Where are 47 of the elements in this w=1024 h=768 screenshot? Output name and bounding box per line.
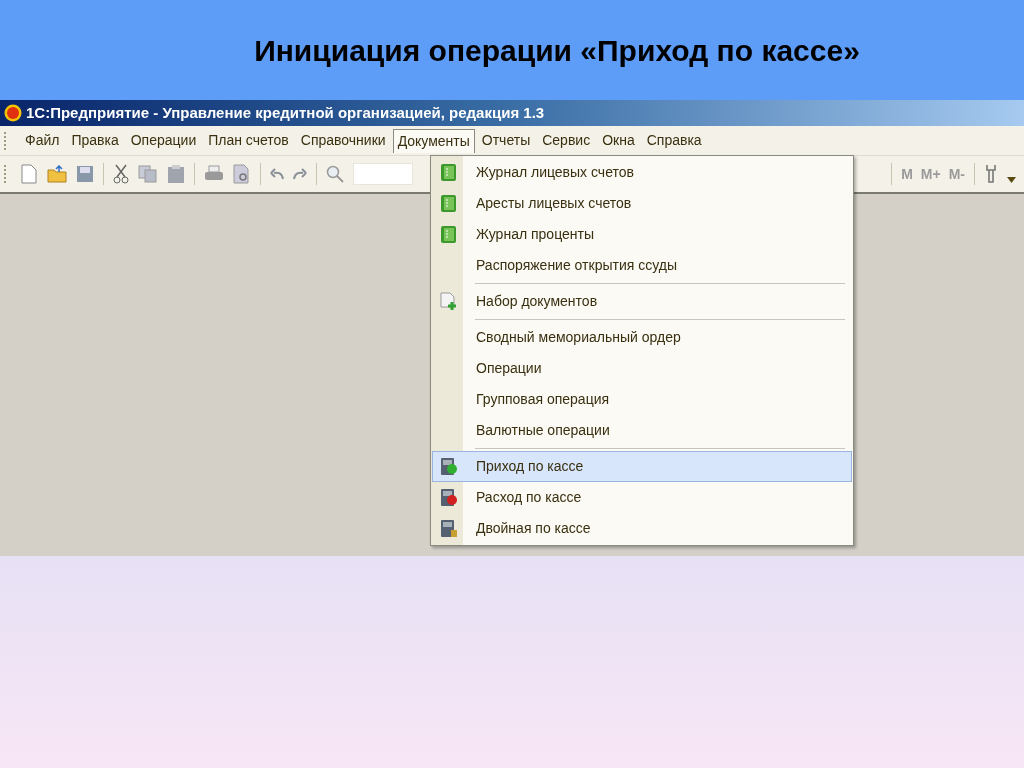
safe-icon <box>439 519 457 538</box>
menu-bar-item[interactable]: Справочники <box>295 128 391 153</box>
scissors-icon <box>113 164 129 184</box>
dropdown-caret-icon[interactable] <box>1007 177 1016 183</box>
menu-item[interactable]: Журнал проценты <box>432 219 852 250</box>
menu-bar-item[interactable]: Сервис <box>537 128 596 153</box>
menu-bar-item[interactable]: Отчеты <box>476 128 536 153</box>
menu-item[interactable]: Сводный мемориальный ордер <box>432 322 852 353</box>
menu-item[interactable]: Распоряжение открытия ссуды <box>432 250 852 281</box>
search-field[interactable] <box>353 163 413 185</box>
print-preview-icon <box>233 164 251 184</box>
ledger-book-icon <box>439 225 457 244</box>
grip-icon <box>4 165 7 183</box>
menu-item[interactable]: Набор документов <box>432 286 852 317</box>
menu-bar-item[interactable]: Справка <box>641 128 707 153</box>
menu-item[interactable]: Двойная по кассе <box>432 513 852 544</box>
menu-bar-item[interactable]: Правка <box>66 128 124 153</box>
menu-item[interactable]: Валютные операции <box>432 415 852 446</box>
copy-icon <box>138 165 158 183</box>
safe-arrow-out-icon <box>439 488 457 507</box>
menu-item[interactable]: Приход по кассе <box>432 451 852 482</box>
menu-item[interactable]: Операции <box>432 353 852 384</box>
redo-arrow-icon <box>293 168 307 180</box>
folder-icon <box>47 165 67 183</box>
document-plus-icon <box>439 292 457 311</box>
menu-item[interactable]: Журнал лицевых счетов <box>432 157 852 188</box>
wrench-icon <box>984 164 998 184</box>
search-icon <box>326 165 344 183</box>
grip-icon <box>4 131 7 150</box>
menu-bar-item[interactable]: Документы <box>392 128 475 153</box>
app-logo-icon <box>4 104 22 122</box>
new-document-icon <box>20 164 38 184</box>
menu-bar-item[interactable]: Окна <box>597 128 640 153</box>
ledger-book-icon <box>439 163 457 182</box>
window-title: 1С:Предприятие - Управление кредитной организацией, редакция 1.3 <box>26 102 545 123</box>
safe-arrow-in-icon <box>439 457 457 476</box>
clipboard-icon <box>167 164 185 184</box>
printer-icon <box>204 165 224 183</box>
slide-title: Инициация операции «Приход по кассе» <box>254 32 860 69</box>
menu-bar-item[interactable]: Файл <box>20 128 65 153</box>
undo-arrow-icon <box>270 168 284 180</box>
menu-item[interactable]: Групповая операция <box>432 384 852 415</box>
menu-item[interactable]: Расход по кассе <box>432 482 852 513</box>
menu-bar-item[interactable]: Операции <box>125 128 202 153</box>
menu-bar-item[interactable]: План счетов <box>203 128 294 153</box>
ledger-book-icon <box>439 194 457 213</box>
menu-item[interactable]: Аресты лицевых счетов <box>432 188 852 219</box>
